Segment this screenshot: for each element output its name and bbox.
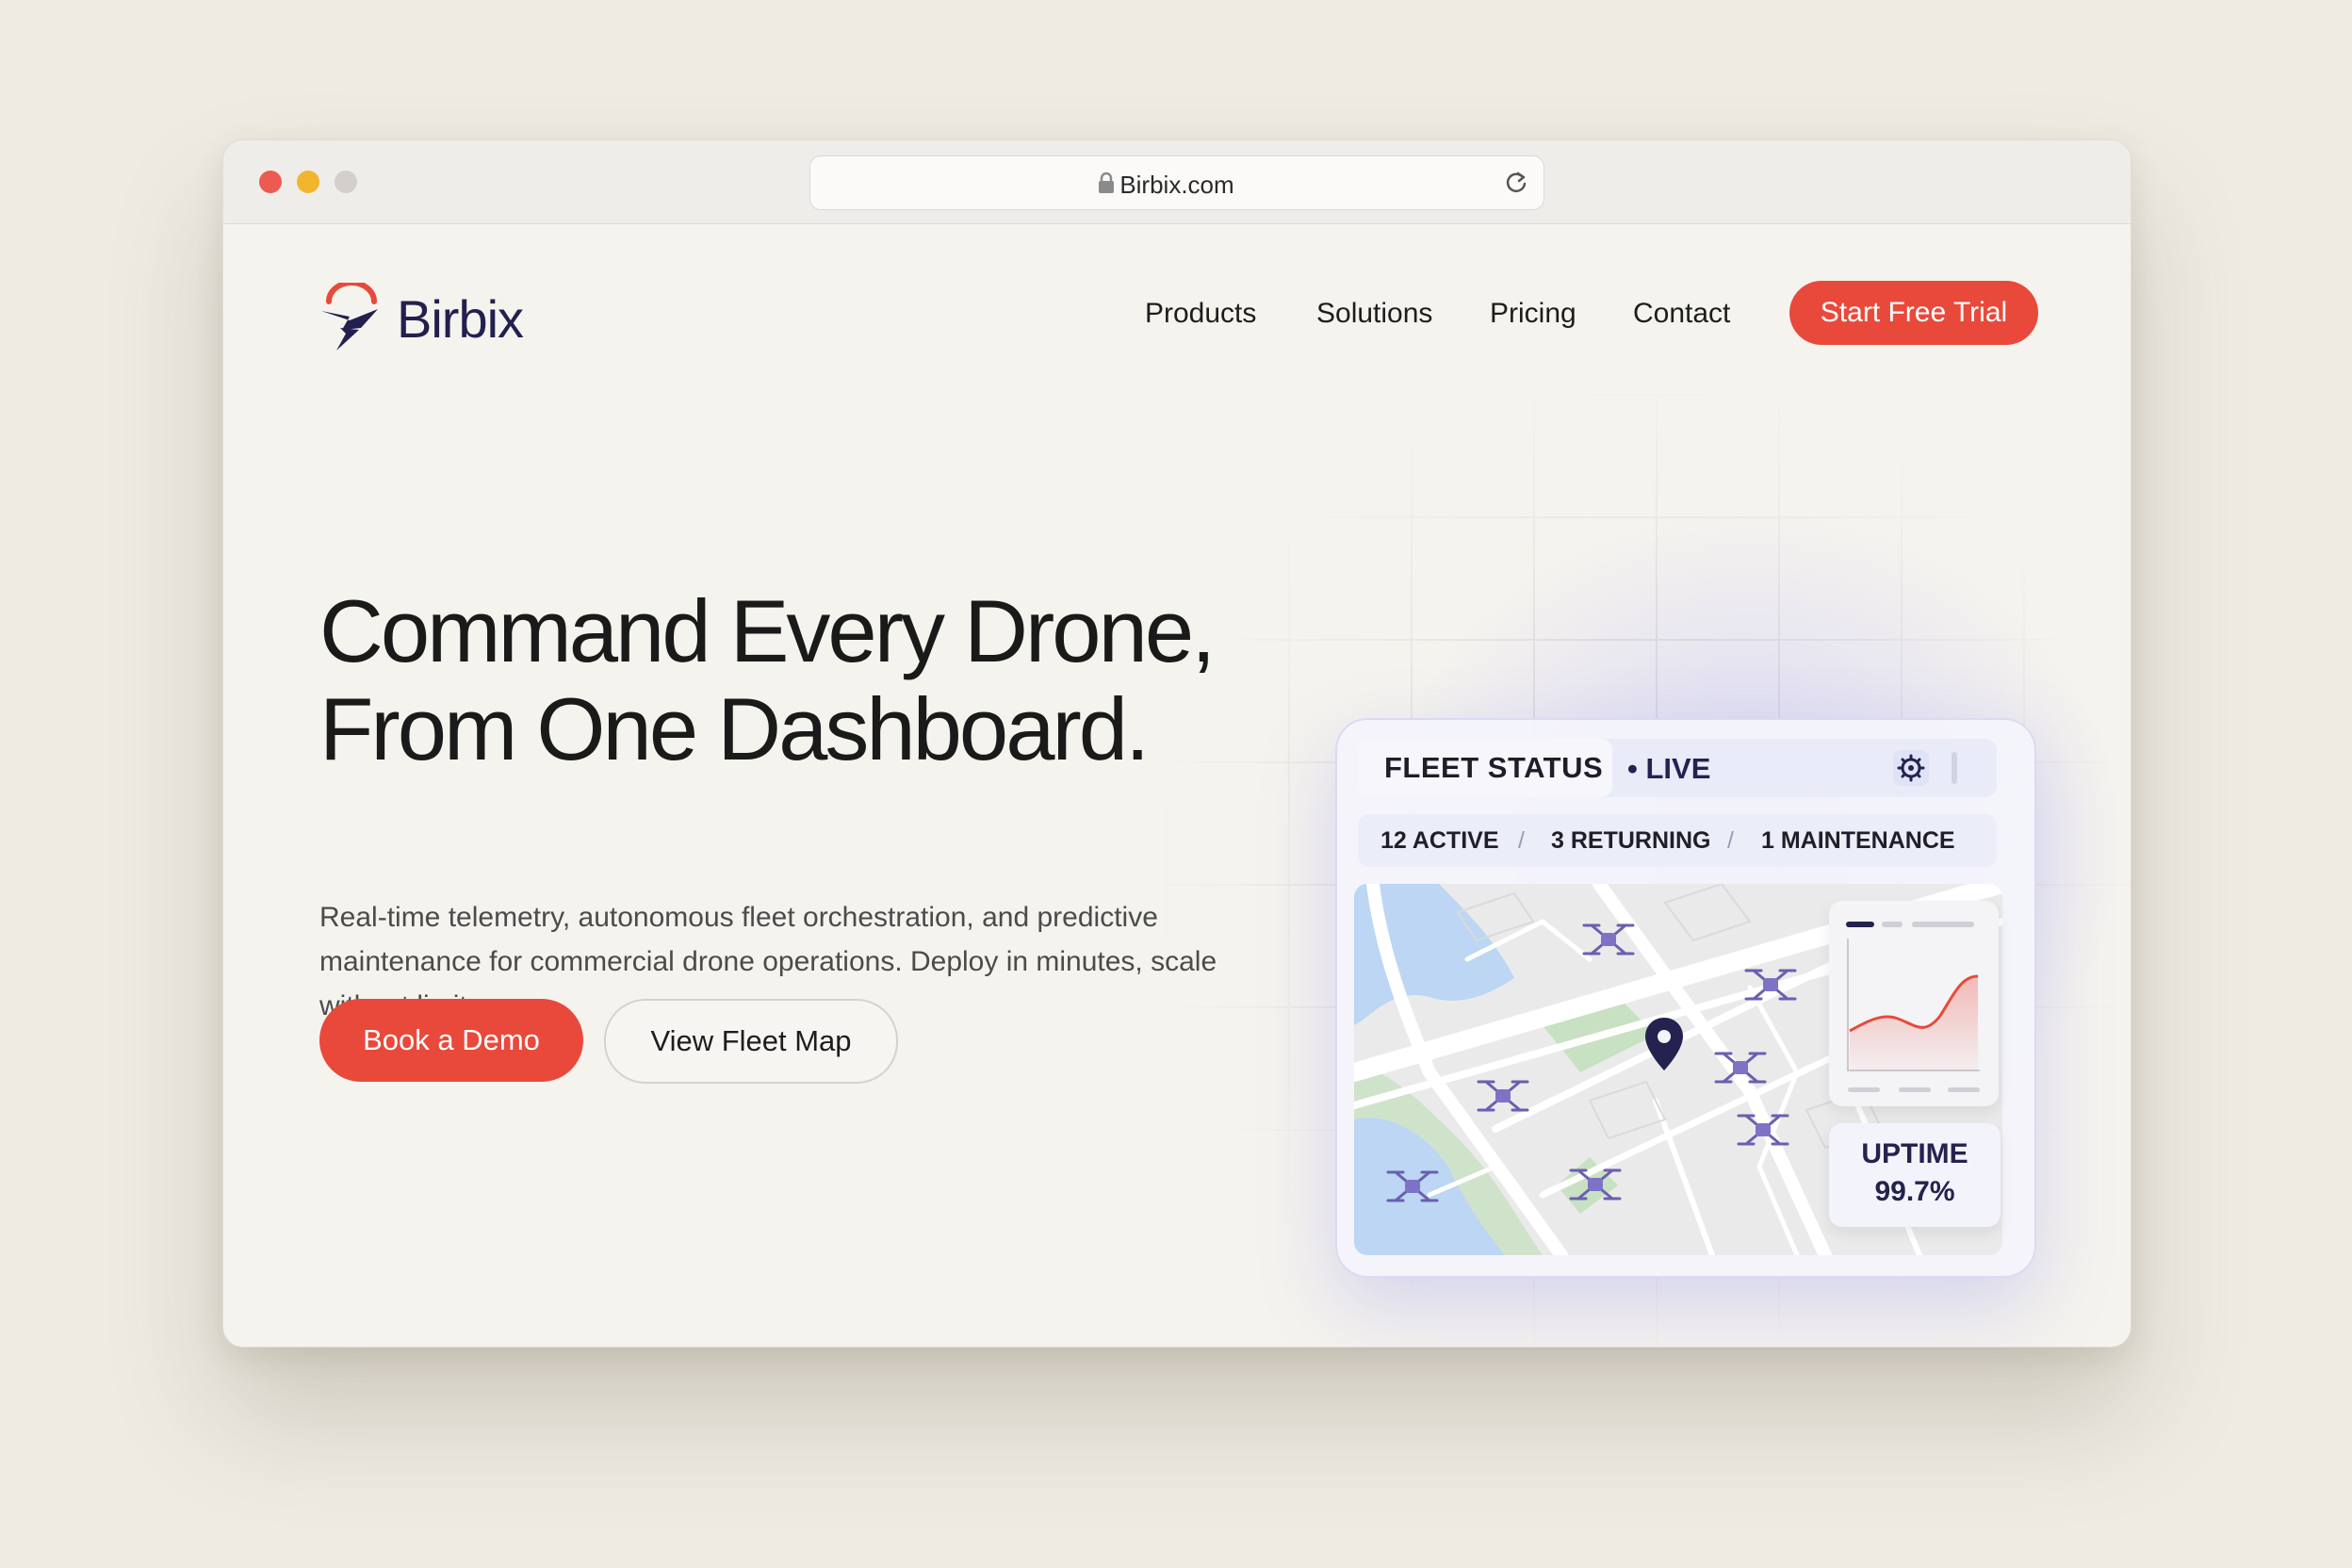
drone-icon <box>1569 1168 1622 1200</box>
fleet-stats-row: 12 ACTIVE / 3 RETURNING / 1 MAINTENANCE <box>1358 814 1997 867</box>
browser-window: Birbix.com Birbix Products Solutions Pri… <box>222 139 2132 1348</box>
stat-returning: 3 RETURNING <box>1551 827 1711 854</box>
fleet-dashboard-card: FLEET STATUS • LIVE 12 ACTIVE / 3 RETURN… <box>1335 718 2036 1278</box>
start-free-trial-button[interactable]: Start Free Trial <box>1789 281 2038 345</box>
drone-marker[interactable] <box>1714 1044 1767 1091</box>
drone-marker[interactable] <box>1386 1163 1439 1210</box>
drone-icon <box>1477 1080 1529 1112</box>
gear-button[interactable] <box>1893 750 1929 786</box>
brand-name: Birbix <box>397 289 524 349</box>
fleet-status-header: FLEET STATUS • LIVE <box>1358 739 1997 797</box>
stat-active: 12 ACTIVE <box>1380 827 1499 854</box>
telemetry-sparkline <box>1846 922 1980 1092</box>
close-window-button[interactable] <box>259 171 282 193</box>
headline-line-1: Command Every Drone, <box>319 581 1216 680</box>
drone-icon <box>1744 969 1797 1001</box>
gear-icon <box>1897 754 1925 782</box>
drone-marker[interactable] <box>1582 916 1635 963</box>
drone-marker[interactable] <box>1569 1161 1622 1208</box>
live-indicator: • LIVE <box>1627 752 1711 785</box>
drone-marker[interactable] <box>1737 1106 1789 1153</box>
header-divider <box>1952 752 1957 784</box>
drone-marker[interactable] <box>1477 1072 1529 1119</box>
uptime-widget: UPTIME 99.7% <box>1829 1123 2001 1227</box>
uptime-value: 99.7% <box>1874 1176 1955 1207</box>
nav-products[interactable]: Products <box>1145 298 1256 330</box>
fleet-status-title: FLEET STATUS <box>1358 739 1612 797</box>
hero-headline: Command Every Drone, From One Dashboard. <box>319 582 1262 778</box>
nav-contact[interactable]: Contact <box>1633 298 1730 330</box>
nav-solutions[interactable]: Solutions <box>1316 298 1432 330</box>
drone-icon <box>1386 1170 1439 1202</box>
book-demo-button[interactable]: Book a Demo <box>319 999 583 1082</box>
browser-chrome: Birbix.com <box>223 140 2131 224</box>
stat-separator: / <box>1727 827 1734 854</box>
stat-maintenance: 1 MAINTENANCE <box>1761 827 1955 854</box>
uptime-label: UPTIME <box>1861 1138 1968 1169</box>
bird-logo-icon <box>321 283 378 351</box>
maximize-window-button[interactable] <box>335 171 357 193</box>
drone-icon <box>1582 923 1635 956</box>
drone-marker[interactable] <box>1744 961 1797 1008</box>
headline-line-2: From One Dashboard. <box>319 679 1150 778</box>
minimize-window-button[interactable] <box>297 171 319 193</box>
nav-pricing[interactable]: Pricing <box>1490 298 1576 330</box>
view-fleet-map-button[interactable]: View Fleet Map <box>604 999 898 1084</box>
url-text: Birbix.com <box>1119 171 1234 199</box>
drone-icon <box>1737 1114 1789 1146</box>
stat-separator: / <box>1518 827 1525 854</box>
map-pin-icon <box>1645 1018 1683 1070</box>
telemetry-chart-widget <box>1829 901 1999 1106</box>
page-content: Birbix Products Solutions Pricing Contac… <box>223 224 2131 1347</box>
reload-icon[interactable] <box>1502 169 1530 197</box>
address-bar[interactable]: Birbix.com <box>809 155 1544 210</box>
drone-icon <box>1714 1052 1767 1084</box>
